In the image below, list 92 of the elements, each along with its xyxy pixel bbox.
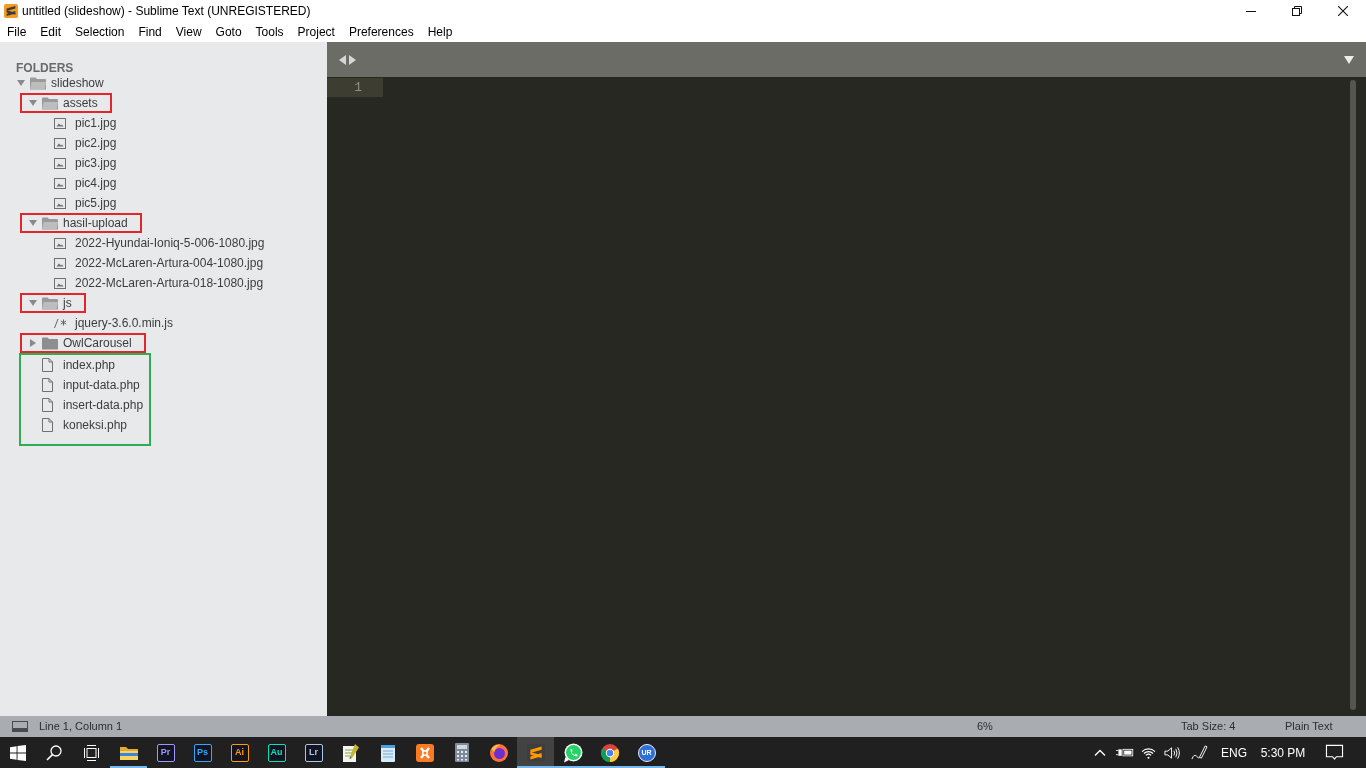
panel-icon[interactable] [12, 721, 28, 732]
menu-item[interactable]: Help [420, 25, 460, 39]
folder-icon [42, 216, 58, 230]
taskbar-button[interactable]: Pr [147, 737, 184, 768]
menu-item[interactable]: Selection [68, 25, 132, 39]
language-indicator[interactable]: ENG [1221, 745, 1247, 760]
tab-size-button[interactable]: Tab Size: 4 [1181, 720, 1236, 733]
task-view-icon [82, 744, 100, 761]
caret-right-icon[interactable] [349, 54, 356, 65]
chevron-up-icon[interactable] [1094, 749, 1106, 756]
syntax-button[interactable]: Plain Text [1285, 720, 1333, 733]
folder-icon [30, 76, 46, 90]
taskbar-button[interactable]: Au [258, 737, 295, 768]
code-comment-icon [54, 318, 67, 328]
tree-item[interactable]: insert-data.php [28, 395, 144, 415]
app-logo: Ps [193, 743, 212, 762]
folder-item[interactable]: slideshow [16, 73, 104, 93]
close-icon [1338, 6, 1348, 16]
tree-item[interactable]: pic2.jpg [40, 133, 117, 153]
app-logo: Pr [156, 743, 175, 762]
status-percentage: 6% [977, 720, 993, 733]
menu-item[interactable]: View [168, 25, 209, 39]
image-file-icon [54, 197, 66, 209]
taskbar-button[interactable]: Ai [221, 737, 258, 768]
taskbar-button[interactable]: Ps [184, 737, 221, 768]
tree-item[interactable]: jquery-3.6.0.min.js [40, 313, 174, 333]
menu-item[interactable]: Edit [33, 25, 69, 39]
folder-item[interactable]: js [28, 295, 72, 311]
menu-item[interactable]: Goto [208, 25, 249, 39]
folder-icon [42, 296, 58, 310]
chrome-logo-icon [599, 742, 620, 763]
menu-item[interactable]: Tools [248, 25, 291, 39]
search-icon [46, 744, 62, 761]
image-file-icon [54, 117, 66, 129]
restore-icon [1292, 6, 1302, 16]
document-icon [42, 398, 53, 412]
sublime-logo-icon [4, 4, 18, 18]
tree-item[interactable]: 2022-McLaren-Artura-018-1080.jpg [40, 273, 264, 293]
document-icon [42, 358, 53, 372]
clock[interactable]: 5:30 PM [1260, 745, 1306, 760]
image-file-icon [54, 137, 66, 149]
wifi-icon[interactable] [1141, 746, 1156, 759]
tree-item[interactable]: 2022-Hyundai-Ioniq-5-006-1080.jpg [40, 233, 265, 253]
app-logo: Au [267, 743, 286, 762]
pen-icon[interactable] [1190, 744, 1208, 761]
notepad-plus-icon [341, 742, 360, 763]
volume-icon[interactable] [1163, 745, 1181, 760]
caret-left-icon[interactable] [339, 54, 346, 65]
scrollbar-thumb[interactable] [1350, 80, 1356, 710]
battery-charging-icon[interactable] [1115, 747, 1134, 758]
tree-item[interactable]: pic5.jpg [40, 193, 117, 213]
menu-item[interactable]: File [0, 25, 34, 39]
image-file-icon [54, 177, 66, 189]
windows-logo-icon [10, 744, 26, 761]
image-file-icon [54, 277, 66, 289]
image-file-icon [54, 237, 66, 249]
tree-item[interactable]: input-data.php [28, 375, 140, 395]
folder-icon [42, 96, 58, 110]
taskbar-button[interactable]: Lr [295, 737, 332, 768]
window-title: untitled (slideshow) - Sublime Text (UNREGISTERED) [22, 4, 311, 18]
app-logo: Ai [230, 743, 249, 762]
notepad-icon [379, 742, 396, 763]
calculator-icon [454, 743, 469, 762]
menu-item[interactable]: Project [290, 25, 342, 39]
firefox-logo-icon [488, 742, 509, 763]
image-file-icon [54, 257, 66, 269]
folder-item[interactable]: assets [28, 95, 98, 111]
menu-item[interactable]: Preferences [341, 25, 421, 39]
caret-down-icon[interactable] [1344, 55, 1354, 64]
folder-item[interactable]: hasil-upload [28, 215, 128, 231]
menu-item[interactable]: Find [131, 25, 169, 39]
image-file-icon [54, 157, 66, 169]
document-icon [42, 418, 53, 432]
notifications-icon[interactable] [1324, 744, 1344, 761]
whatsapp-logo-icon [562, 742, 583, 763]
folder-icon [118, 744, 139, 761]
app-logo: Lr [304, 743, 323, 762]
document-icon [42, 378, 53, 392]
cursor-position: Line 1, Column 1 [39, 720, 123, 733]
tree-item[interactable]: pic3.jpg [40, 153, 117, 173]
folder-icon [42, 336, 58, 350]
tree-item[interactable]: koneksi.php [28, 415, 128, 435]
tree-item[interactable]: pic4.jpg [40, 173, 117, 193]
line-number: 1 [327, 78, 383, 97]
tree-item[interactable]: index.php [28, 355, 116, 375]
tree-item[interactable]: 2022-McLaren-Artura-004-1080.jpg [40, 253, 264, 273]
tree-item[interactable]: pic1.jpg [40, 113, 117, 133]
minimize-icon [1246, 10, 1256, 12]
sublime-logo-icon [526, 743, 545, 762]
folder-item[interactable]: OwlCarousel [28, 335, 132, 351]
sidebar-heading: FOLDERS [16, 61, 74, 75]
xampp-logo-icon [415, 743, 434, 762]
